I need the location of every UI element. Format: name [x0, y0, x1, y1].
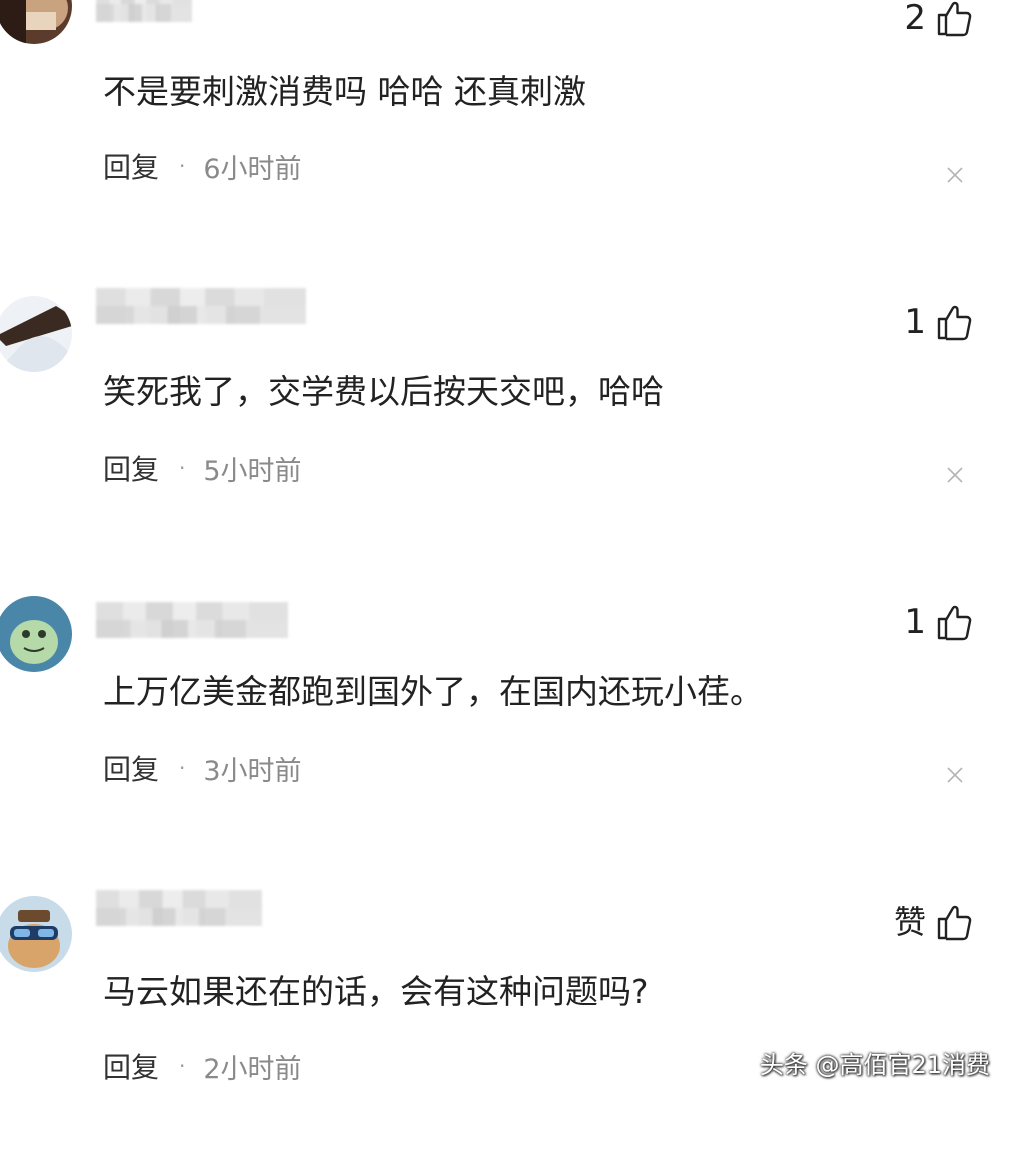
close-icon[interactable]: [946, 766, 964, 784]
timestamp: 5小时前: [203, 455, 302, 487]
like-button[interactable]: 赞: [894, 902, 972, 942]
user-avatar[interactable]: [0, 596, 72, 672]
separator-dot: ·: [179, 154, 186, 178]
comment-item: 2 不是要刺激消费吗 哈哈 还真刺激 回复 · 6小时前: [0, 0, 1012, 276]
username-blurred[interactable]: [96, 288, 306, 324]
like-count: 1: [904, 602, 926, 642]
reply-button[interactable]: 回复: [103, 1046, 159, 1086]
watermark-text: 头条 @高佰官21消费: [759, 1051, 990, 1079]
like-count: 2: [904, 0, 926, 38]
thumbs-up-icon: [937, 905, 972, 941]
comment-meta: 回复 · 3小时前: [103, 748, 302, 788]
timestamp: 2小时前: [203, 1053, 302, 1085]
comment-item: 1 笑死我了，交学费以后按天交吧，哈哈 回复 · 5小时前: [0, 276, 1012, 576]
avatar-cartoon-icon: [0, 596, 72, 672]
reply-button[interactable]: 回复: [103, 748, 159, 788]
avatar-cartoon-icon: [0, 896, 72, 972]
reply-button[interactable]: 回复: [103, 146, 159, 186]
comment-text: 笑死我了，交学费以后按天交吧，哈哈: [103, 372, 664, 411]
avatar-image-icon: [0, 296, 72, 372]
separator-dot: ·: [179, 456, 186, 480]
comment-text: 马云如果还在的话，会有这种问题吗?: [103, 972, 649, 1011]
timestamp: 6小时前: [203, 153, 302, 185]
comment-meta: 回复 · 5小时前: [103, 448, 302, 488]
username-blurred[interactable]: [96, 0, 192, 22]
comment-text: 上万亿美金都跑到国外了，在国内还玩小荏。: [103, 672, 763, 711]
like-count: 1: [904, 302, 926, 342]
like-button[interactable]: 2: [904, 0, 972, 38]
user-avatar[interactable]: [0, 296, 72, 372]
reply-button[interactable]: 回复: [103, 448, 159, 488]
comment-meta: 回复 · 2小时前: [103, 1046, 302, 1086]
thumbs-up-icon: [937, 305, 972, 341]
user-avatar[interactable]: [0, 0, 72, 44]
username-blurred[interactable]: [96, 890, 262, 926]
user-avatar[interactable]: [0, 896, 72, 972]
thumbs-up-icon: [937, 1, 972, 37]
close-icon[interactable]: [946, 166, 964, 184]
separator-dot: ·: [179, 1054, 186, 1078]
comment-item: 赞 马云如果还在的话，会有这种问题吗? 回复 · 2小时前: [0, 876, 1012, 1176]
comment-text: 不是要刺激消费吗 哈哈 还真刺激: [103, 72, 586, 111]
like-button[interactable]: 1: [904, 602, 972, 642]
close-icon[interactable]: [946, 466, 964, 484]
like-button[interactable]: 1: [904, 302, 972, 342]
username-blurred[interactable]: [96, 602, 288, 638]
avatar-image-icon: [0, 0, 72, 44]
comment-meta: 回复 · 6小时前: [103, 146, 302, 186]
thumbs-up-icon: [937, 605, 972, 641]
timestamp: 3小时前: [203, 755, 302, 787]
like-label: 赞: [893, 903, 926, 941]
comment-item: 1 上万亿美金都跑到国外了，在国内还玩小荏。 回复 · 3小时前: [0, 576, 1012, 876]
separator-dot: ·: [179, 756, 186, 780]
